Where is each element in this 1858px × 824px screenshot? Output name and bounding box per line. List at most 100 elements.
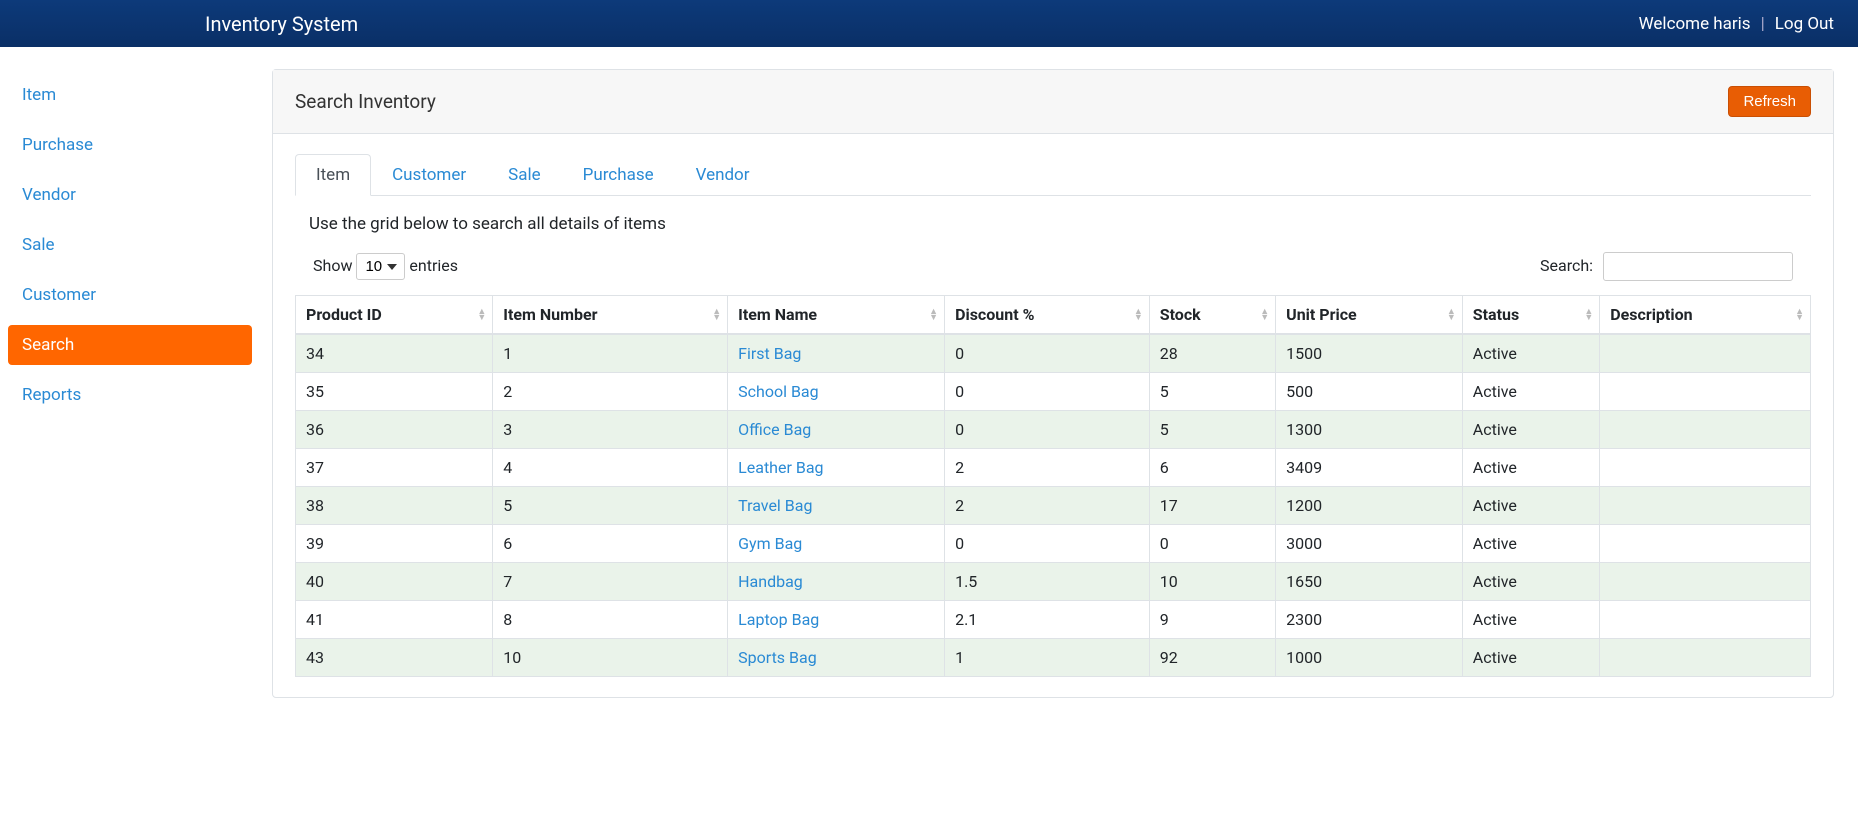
inventory-table: Product ID▲▼Item Number▲▼Item Name▲▼Disc… <box>295 295 1811 677</box>
table-cell: 1000 <box>1276 639 1463 677</box>
tab-item[interactable]: Item <box>295 154 371 196</box>
column-header[interactable]: Stock ▲▼ <box>1149 296 1275 335</box>
sidebar-item-vendor[interactable]: Vendor <box>8 175 252 215</box>
sidebar-item-purchase[interactable]: Purchase <box>8 125 252 165</box>
sidebar-item-item[interactable]: Item <box>8 75 252 115</box>
table-cell: 10 <box>1149 563 1275 601</box>
table-cell: 1.5 <box>945 563 1150 601</box>
entries-select[interactable]: 10 <box>356 253 405 280</box>
table-cell: 6 <box>493 525 728 563</box>
table-cell: Active <box>1462 487 1599 525</box>
table-cell: 9 <box>1149 601 1275 639</box>
table-row: 407Handbag1.5101650Active <box>296 563 1811 601</box>
sidebar-item-sale[interactable]: Sale <box>8 225 252 265</box>
column-header[interactable]: Discount %▲▼ <box>945 296 1150 335</box>
brand-title: Inventory System <box>205 12 358 36</box>
table-cell: 92 <box>1149 639 1275 677</box>
refresh-button[interactable]: Refresh <box>1728 86 1811 117</box>
table-cell: 36 <box>296 411 493 449</box>
table-row: 352School Bag05500Active <box>296 373 1811 411</box>
table-cell <box>1600 563 1811 601</box>
table-cell: Gym Bag <box>728 525 945 563</box>
table-cell: 0 <box>945 373 1150 411</box>
sidebar-item-reports[interactable]: Reports <box>8 375 252 415</box>
sort-icon: ▲▼ <box>712 309 721 321</box>
table-cell: 8 <box>493 601 728 639</box>
table-cell <box>1600 373 1811 411</box>
tab-sale[interactable]: Sale <box>487 154 562 196</box>
column-header[interactable]: Item Number▲▼ <box>493 296 728 335</box>
table-cell <box>1600 449 1811 487</box>
table-cell: 6 <box>1149 449 1275 487</box>
table-cell <box>1600 639 1811 677</box>
tab-vendor[interactable]: Vendor <box>675 154 771 196</box>
sidebar-item-customer[interactable]: Customer <box>8 275 252 315</box>
item-name-link[interactable]: First Bag <box>738 344 801 363</box>
table-cell <box>1600 601 1811 639</box>
table-cell: School Bag <box>728 373 945 411</box>
table-cell: Active <box>1462 563 1599 601</box>
table-cell <box>1600 525 1811 563</box>
item-name-link[interactable]: Travel Bag <box>738 496 812 515</box>
sidebar-item-search[interactable]: Search <box>8 325 252 365</box>
table-cell: Laptop Bag <box>728 601 945 639</box>
table-controls: Show 10 entries Search: <box>295 252 1811 295</box>
table-cell: 2 <box>945 487 1150 525</box>
column-label: Status <box>1473 305 1519 324</box>
tab-customer[interactable]: Customer <box>371 154 487 196</box>
column-label: Description <box>1610 305 1692 324</box>
table-cell: 1650 <box>1276 563 1463 601</box>
table-cell: 3409 <box>1276 449 1463 487</box>
table-cell: Active <box>1462 411 1599 449</box>
table-cell: Sports Bag <box>728 639 945 677</box>
table-row: 4310Sports Bag1921000Active <box>296 639 1811 677</box>
table-row: 341First Bag0281500Active <box>296 334 1811 373</box>
card-title: Search Inventory <box>295 90 436 113</box>
search-card: Search Inventory Refresh ItemCustomerSal… <box>272 69 1834 698</box>
item-name-link[interactable]: Gym Bag <box>738 534 802 553</box>
table-cell: 5 <box>493 487 728 525</box>
table-cell: 35 <box>296 373 493 411</box>
item-name-link[interactable]: Laptop Bag <box>738 610 819 629</box>
item-name-link[interactable]: Office Bag <box>738 420 811 439</box>
topbar: Inventory System Welcome haris | Log Out <box>0 0 1858 47</box>
tab-purchase[interactable]: Purchase <box>562 154 675 196</box>
table-cell: 0 <box>945 411 1150 449</box>
table-cell <box>1600 487 1811 525</box>
sort-icon: ▲▼ <box>1260 309 1269 321</box>
table-row: 363Office Bag051300Active <box>296 411 1811 449</box>
card-header: Search Inventory Refresh <box>273 70 1833 134</box>
item-name-link[interactable]: Sports Bag <box>738 648 817 667</box>
column-label: Stock <box>1160 305 1201 324</box>
table-cell: 28 <box>1149 334 1275 373</box>
table-cell: 39 <box>296 525 493 563</box>
logout-link[interactable]: Log Out <box>1775 14 1834 34</box>
item-name-link[interactable]: Leather Bag <box>738 458 823 477</box>
separator: | <box>1761 14 1765 34</box>
table-cell: 0 <box>945 334 1150 373</box>
table-cell: First Bag <box>728 334 945 373</box>
table-cell: 5 <box>1149 411 1275 449</box>
item-name-link[interactable]: Handbag <box>738 572 803 591</box>
sort-icon: ▲▼ <box>929 309 938 321</box>
search-input[interactable] <box>1603 252 1793 281</box>
column-header[interactable]: Unit Price▲▼ <box>1276 296 1463 335</box>
table-cell: 2 <box>493 373 728 411</box>
topbar-right: Welcome haris | Log Out <box>1639 14 1834 34</box>
column-header[interactable]: Description▲▼ <box>1600 296 1811 335</box>
table-cell: 10 <box>493 639 728 677</box>
table-cell: 1500 <box>1276 334 1463 373</box>
column-header[interactable]: Product ID▲▼ <box>296 296 493 335</box>
card-body: ItemCustomerSalePurchaseVendor Use the g… <box>273 134 1833 697</box>
search-label: Search: <box>1540 256 1593 275</box>
table-cell: Active <box>1462 334 1599 373</box>
table-cell: Handbag <box>728 563 945 601</box>
item-name-link[interactable]: School Bag <box>738 382 818 401</box>
table-cell: 17 <box>1149 487 1275 525</box>
table-cell: 5 <box>1149 373 1275 411</box>
column-header[interactable]: Status▲▼ <box>1462 296 1599 335</box>
search-control: Search: <box>1540 252 1793 281</box>
welcome-text: Welcome haris <box>1639 14 1751 34</box>
table-cell: 3000 <box>1276 525 1463 563</box>
column-header[interactable]: Item Name▲▼ <box>728 296 945 335</box>
